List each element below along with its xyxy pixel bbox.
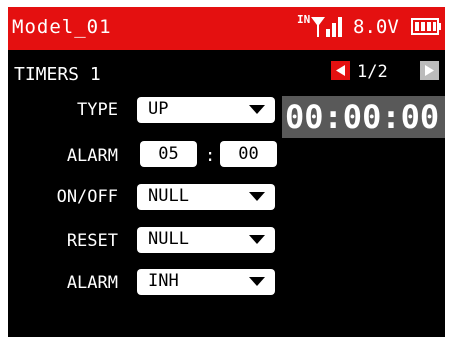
chevron-down-icon [249, 192, 265, 201]
alarm-minutes-field[interactable]: 05 [140, 141, 197, 167]
on-off-value: NULL [148, 186, 189, 206]
alarm-mode-value: INH [148, 271, 179, 291]
on-off-select[interactable]: NULL [137, 184, 275, 210]
alarm-mode-label: ALARM [66, 273, 118, 293]
arrow-right-icon [425, 65, 434, 76]
page-indicator: 1/2 [357, 62, 388, 82]
battery-icon [411, 18, 441, 35]
alarm-time-label: ALARM [66, 146, 118, 166]
alarm-mode-select[interactable]: INH [137, 269, 275, 295]
battery-voltage: 8.0V [353, 16, 399, 38]
alarm-seconds-field[interactable]: 00 [220, 141, 277, 167]
signal-icon [311, 17, 342, 37]
signal-indicator: IN [297, 13, 343, 41]
reset-label: RESET [66, 231, 118, 251]
transmitter-screen: Model_01 IN 8.0V TIMERS 1 1/2 TYPE UP AL… [8, 7, 445, 337]
model-name: Model_01 [12, 16, 112, 38]
chevron-down-icon [249, 105, 265, 114]
status-bar: Model_01 IN 8.0V [8, 7, 445, 50]
reset-select[interactable]: NULL [137, 227, 275, 253]
type-select[interactable]: UP [137, 97, 275, 123]
chevron-down-icon [249, 235, 265, 244]
timer-display: 00:00:00 [282, 96, 445, 138]
alarm-separator: : [205, 146, 216, 166]
type-value: UP [148, 99, 169, 119]
on-off-label: ON/OFF [56, 187, 118, 207]
reset-value: NULL [148, 229, 189, 249]
chevron-down-icon [249, 277, 265, 286]
arrow-left-icon [336, 65, 345, 76]
type-label: TYPE [77, 100, 118, 120]
screen-title: TIMERS 1 [14, 64, 101, 85]
prev-page-button[interactable] [331, 61, 350, 80]
next-page-button[interactable] [420, 61, 439, 80]
